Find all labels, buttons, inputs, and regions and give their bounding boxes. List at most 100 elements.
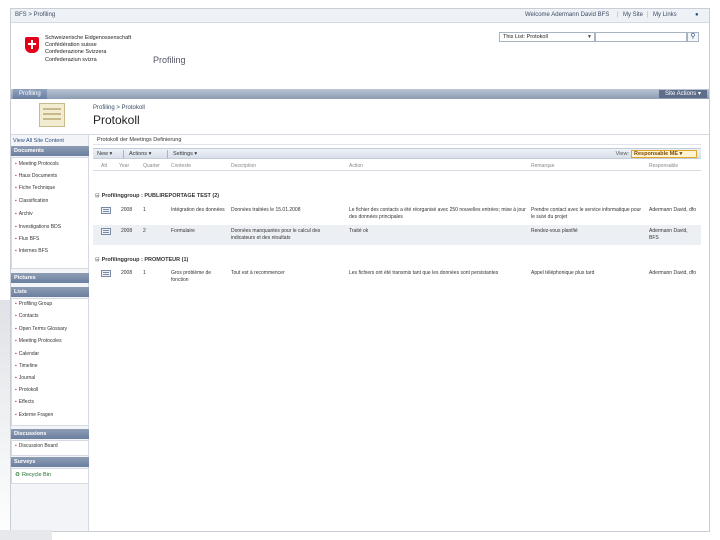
nav-item[interactable]: Meeting Protocols xyxy=(15,161,59,167)
column-header[interactable]: Quarter xyxy=(143,163,160,169)
table-row[interactable]: 2008 1 Intégration des données Données t… xyxy=(93,205,701,225)
list-view: Protokoll der Meetings Definierung New ▾… xyxy=(93,135,701,531)
nav-item[interactable]: Contacts xyxy=(15,313,39,319)
cell-year: 2008 xyxy=(121,270,133,276)
group-header[interactable]: Profilinggroup : PROMOTEUR (1) xyxy=(93,257,701,265)
cell-year: 2008 xyxy=(121,228,133,234)
org-line: Schweizerische Eidgenossenschaft xyxy=(45,35,132,41)
org-line: Confédération suisse xyxy=(45,42,97,49)
nav-item[interactable]: Discussion Board xyxy=(15,443,58,449)
top-nav-bar: Profiling Site Actions ▾ xyxy=(11,89,709,99)
nav-item[interactable]: Protokoll xyxy=(15,387,38,393)
nav-header-pictures[interactable]: Pictures xyxy=(11,273,89,283)
search-input[interactable] xyxy=(595,32,687,42)
table-row[interactable]: 2008 1 Gros problème de fonction Tout es… xyxy=(93,268,701,288)
site-actions-button[interactable]: Site Actions ▾ xyxy=(658,90,707,98)
column-header[interactable]: Att xyxy=(101,163,107,169)
group-header[interactable]: Profilinggroup : PUBLIREPORTAGE TEST (2) xyxy=(93,193,701,201)
chevron-down-icon: ▾ xyxy=(194,151,198,157)
list-description: Protokoll der Meetings Definierung xyxy=(93,135,701,145)
list-item-icon[interactable] xyxy=(101,270,111,277)
nav-item[interactable]: Meeting Protocoles xyxy=(15,338,62,344)
nav-item[interactable]: Archiv xyxy=(15,211,33,217)
search-icon[interactable]: ⚲ xyxy=(687,32,699,42)
column-header[interactable]: Action xyxy=(349,163,363,169)
chevron-down-icon: ▾ xyxy=(109,151,113,157)
cell-description: Tout est à recommencer xyxy=(231,270,285,276)
nav-item[interactable]: Effects xyxy=(15,399,34,405)
confederation-logo-text: Schweizerische Eidgenossenschaft Confédé… xyxy=(45,35,131,64)
actions-label: Actions xyxy=(129,151,148,157)
chevron-down-icon: ▾ xyxy=(697,91,701,97)
org-line: Confederazione Svizzera xyxy=(45,49,107,56)
nav-header-surveys[interactable]: Surveys xyxy=(11,457,89,467)
quick-launch: View All Site Content Documents Meeting … xyxy=(11,135,89,531)
nav-header-documents[interactable]: Documents xyxy=(11,146,89,156)
new-menu-button[interactable]: New ▾ xyxy=(97,150,112,158)
cell-action: Les fichiers ont été transmis tant que l… xyxy=(349,270,499,276)
nav-item[interactable]: Externe Fragen xyxy=(15,412,53,418)
global-breadcrumb[interactable]: BFS > Profiling xyxy=(15,12,55,18)
list-item-icon[interactable] xyxy=(101,207,111,214)
page-edge-shadow xyxy=(0,530,52,540)
page-title: Protokoll xyxy=(93,113,140,127)
site-actions-label: Site Actions xyxy=(664,91,697,97)
new-label: New xyxy=(97,151,109,157)
column-header[interactable]: Responsable xyxy=(649,163,678,169)
search-scope-value: This List: Protokoll xyxy=(503,34,548,40)
cell-context[interactable]: Formulaire xyxy=(171,228,229,235)
site-header: Schweizerische Eidgenossenschaft Confédé… xyxy=(11,23,709,93)
column-header-row: Att Year Quarter Contexte Description Ac… xyxy=(93,161,701,171)
chevron-down-icon: ▾ xyxy=(148,151,152,157)
view-select[interactable]: Responsable ME ▾ xyxy=(631,150,697,158)
cell-remark: Rendez-vous planifié xyxy=(531,228,578,234)
cell-remark: Prendre contact avec le service informat… xyxy=(531,207,642,220)
column-header[interactable]: Remarque xyxy=(531,163,554,169)
cell-responsible: Adermann David, dfo xyxy=(649,207,696,213)
cell-context[interactable]: Intégration des données xyxy=(171,207,229,214)
help-icon[interactable]: ● xyxy=(695,12,699,18)
nav-item[interactable]: Open Terms Glossary xyxy=(15,326,67,332)
chevron-down-icon: ▾ xyxy=(679,151,683,157)
list-item-icon[interactable] xyxy=(101,228,111,235)
nav-item[interactable]: Internes BFS xyxy=(15,248,48,254)
separator: | xyxy=(617,12,619,18)
site-name[interactable]: Profiling xyxy=(153,55,186,65)
my-links-link[interactable]: My Links xyxy=(653,12,677,18)
page-edge-shadow xyxy=(0,300,10,540)
my-site-link[interactable]: My Site xyxy=(623,12,643,18)
nav-item[interactable]: Haus Documents xyxy=(15,173,57,179)
column-header[interactable]: Contexte xyxy=(171,163,191,169)
column-header[interactable]: Description xyxy=(231,163,256,169)
org-line: Confederaziun svizra xyxy=(45,56,97,63)
nav-item[interactable]: Timeline xyxy=(15,363,38,369)
cell-context[interactable]: Gros problème de fonction xyxy=(171,270,229,283)
nav-header-lists[interactable]: Lists xyxy=(11,287,89,297)
welcome-menu[interactable]: Welcome Adermann David BFS xyxy=(525,12,609,18)
nav-item[interactable]: Investigations BDS xyxy=(15,224,61,230)
nav-item[interactable]: Profiling Group xyxy=(15,301,52,307)
view-all-content-link[interactable]: View All Site Content xyxy=(13,138,64,144)
nav-item[interactable]: Fiche Technique xyxy=(15,185,55,191)
nav-item[interactable]: Calendar xyxy=(15,351,39,357)
nav-header-discussions[interactable]: Discussions xyxy=(11,429,89,439)
actions-menu-button[interactable]: Actions ▾ xyxy=(129,150,151,158)
page-header: Profiling > Protokoll Protokoll xyxy=(11,99,709,135)
search-scope-select[interactable]: This List: Protokoll ▼ xyxy=(499,32,595,42)
recycle-bin-link[interactable]: Recycle Bin xyxy=(15,472,51,478)
settings-label: Settings xyxy=(173,151,193,157)
cell-description: Données traitées le 15.01.2008 xyxy=(231,207,301,213)
nav-item[interactable]: Classification xyxy=(15,198,48,204)
breadcrumb[interactable]: Profiling > Protokoll xyxy=(93,105,145,111)
tab-profiling[interactable]: Profiling xyxy=(13,89,47,99)
table-row[interactable]: 2008 2 Formulaire Données manquantes pou… xyxy=(93,225,701,245)
chevron-down-icon: ▼ xyxy=(587,34,592,40)
nav-item[interactable]: Flux BFS xyxy=(15,236,40,242)
column-header[interactable]: Year xyxy=(119,163,129,169)
settings-menu-button[interactable]: Settings ▾ xyxy=(173,150,197,158)
separator: | xyxy=(647,12,649,18)
cell-action: Le fichier des contacts a été réorganisé… xyxy=(349,207,526,220)
swiss-crest-icon xyxy=(25,37,39,53)
nav-item[interactable]: Journal xyxy=(15,375,35,381)
cell-quarter: 1 xyxy=(143,270,146,276)
